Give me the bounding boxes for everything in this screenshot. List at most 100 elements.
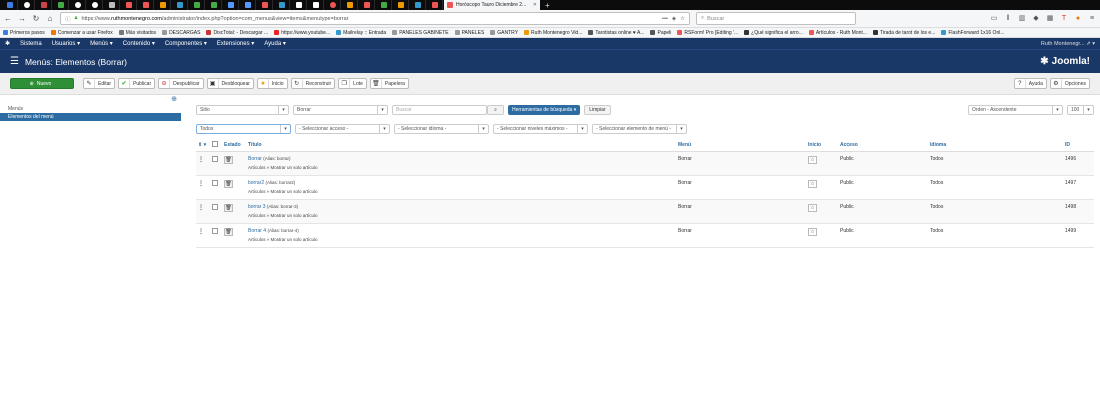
browser-tab[interactable] bbox=[155, 0, 171, 10]
extension-icon[interactable]: ◆ bbox=[1032, 15, 1040, 23]
levels-filter[interactable]: - Seleccionar niveles máximos - ▾ bbox=[493, 123, 588, 134]
item-title-link[interactable]: borrar2 bbox=[248, 180, 264, 186]
drag-handle-icon[interactable]: ⋮ bbox=[198, 205, 204, 211]
drag-handle-icon[interactable]: ⋮ bbox=[198, 157, 204, 163]
sidebar-icon[interactable]: ▥ bbox=[1018, 15, 1026, 23]
title-header[interactable]: Título bbox=[246, 140, 676, 152]
sidebar-item-menu-items[interactable]: Elementos del menú bbox=[0, 113, 181, 121]
state-header[interactable]: Estado bbox=[222, 140, 246, 152]
bookmark-item[interactable]: DESCARGAS bbox=[162, 30, 200, 36]
bookmark-item[interactable]: Comenzar a usar Firefox bbox=[50, 30, 113, 36]
trash-button[interactable]: 🗑︎ Papelera bbox=[369, 78, 409, 89]
bookmark-item[interactable]: Artículos - Ruth Mont... bbox=[808, 30, 867, 36]
browser-tab[interactable] bbox=[53, 0, 69, 10]
joomla-icon[interactable]: ✱ bbox=[5, 40, 10, 47]
item-title-link[interactable]: borrar 3 bbox=[248, 204, 266, 210]
bookmark-item[interactable]: RSForm! Pro [Editing '... bbox=[677, 30, 738, 36]
browser-tab[interactable] bbox=[308, 0, 324, 10]
menu-ayuda[interactable]: Ayuda ▾ bbox=[264, 40, 286, 47]
new-tab-button[interactable]: + bbox=[541, 1, 554, 10]
browser-tab[interactable] bbox=[359, 0, 375, 10]
bookmark-item[interactable]: ¿Qué significa el arro... bbox=[744, 30, 803, 36]
menu-header[interactable]: Menú bbox=[676, 140, 806, 152]
screenshot-icon[interactable]: ▦ bbox=[1046, 15, 1054, 23]
browser-tab[interactable] bbox=[410, 0, 426, 10]
bookmark-item[interactable]: PANELES GABINETE bbox=[392, 30, 449, 36]
menu-sistema[interactable]: Sistema bbox=[20, 41, 42, 47]
browser-tab[interactable] bbox=[189, 0, 205, 10]
browser-tab[interactable] bbox=[274, 0, 290, 10]
browser-tab[interactable] bbox=[19, 0, 35, 10]
browser-tab[interactable] bbox=[342, 0, 358, 10]
browser-tab[interactable] bbox=[2, 0, 18, 10]
url-bar[interactable]: ⓘ 🔒︎ https://www.ruthmontenegro.com/admi… bbox=[60, 12, 690, 25]
star-icon[interactable]: ☆ bbox=[808, 227, 817, 236]
language-filter[interactable]: - Seleccionar idioma - ▾ bbox=[394, 123, 489, 134]
browser-tab[interactable] bbox=[223, 0, 239, 10]
menu-icon[interactable]: ≡ bbox=[1088, 15, 1096, 23]
browser-tab[interactable] bbox=[70, 0, 86, 10]
unlock-button[interactable]: ▣ Desbloquear bbox=[206, 78, 254, 89]
search-bar[interactable]: ⌕ Buscar bbox=[696, 12, 856, 25]
browser-tab[interactable] bbox=[87, 0, 103, 10]
star-icon[interactable]: ☆ bbox=[808, 155, 817, 164]
bookmark-item[interactable]: GANTRY bbox=[490, 30, 518, 36]
browser-tab-active[interactable]: Horóscopo Tauro Diciembre 2... ✕ bbox=[444, 0, 540, 10]
library-icon[interactable]: ‖ bbox=[1004, 15, 1012, 23]
new-button[interactable]: ⊕ Nuevo bbox=[10, 78, 74, 89]
browser-tab[interactable] bbox=[104, 0, 120, 10]
search-input[interactable]: Buscar bbox=[392, 104, 487, 115]
menu-menus[interactable]: Menús ▾ bbox=[90, 40, 113, 47]
browser-tab[interactable] bbox=[121, 0, 137, 10]
drag-handle-icon[interactable]: ⋮ bbox=[198, 181, 204, 187]
home-icon[interactable]: ⌂ bbox=[46, 14, 54, 23]
close-tab-icon[interactable]: ✕ bbox=[533, 2, 537, 8]
unpublish-button[interactable]: ⊖ Despublicar bbox=[158, 78, 204, 89]
item-title-link[interactable]: Borrar bbox=[248, 156, 262, 162]
select-all-checkbox[interactable] bbox=[212, 141, 218, 148]
id-header[interactable]: ID bbox=[1063, 140, 1094, 152]
forward-icon[interactable]: → bbox=[18, 14, 26, 23]
clear-button[interactable]: Limpiar bbox=[584, 104, 611, 115]
menu-usuarios[interactable]: Usuarios ▾ bbox=[52, 40, 80, 47]
star-icon[interactable]: ☆ bbox=[808, 179, 817, 188]
state-filter[interactable]: Todos ▾ bbox=[196, 123, 291, 134]
publish-button[interactable]: ✔ Publicar bbox=[118, 78, 156, 89]
menu-componentes[interactable]: Componentes ▾ bbox=[165, 40, 207, 47]
downloads-icon[interactable]: ▭ bbox=[990, 15, 998, 23]
bookmark-item[interactable]: Primeros pasos bbox=[3, 30, 45, 36]
limit-select[interactable]: 100 ▾ bbox=[1067, 104, 1094, 115]
more-icon[interactable]: ••• bbox=[662, 16, 668, 22]
ordering-select[interactable]: Orden - Ascendente ▾ bbox=[968, 104, 1063, 115]
row-checkbox[interactable] bbox=[212, 179, 218, 186]
home-header[interactable]: Inicio bbox=[806, 140, 838, 152]
sidebar-item-menus[interactable]: Menús bbox=[0, 105, 181, 113]
site-filter[interactable]: Sitio ▾ bbox=[196, 104, 289, 115]
trashed-icon[interactable]: 🗑︎ bbox=[224, 203, 233, 212]
bookmark-item[interactable]: Tarotistas online ♥ A... bbox=[588, 30, 644, 36]
info-icon[interactable]: ⓘ bbox=[65, 15, 71, 23]
extension-circle-icon[interactable]: ● bbox=[1074, 15, 1082, 23]
search-tools-button[interactable]: Herramientas de búsqueda ▾ bbox=[508, 104, 581, 115]
sort-ordering-header[interactable]: ⇕ ▾ bbox=[196, 140, 210, 152]
bookmark-star-icon[interactable]: ☆ bbox=[680, 16, 685, 22]
rebuild-button[interactable]: ↻ Reconstruir bbox=[290, 78, 336, 89]
parent-filter[interactable]: - Seleccionar elemento de menú - ▾ bbox=[592, 123, 687, 134]
browser-tab[interactable] bbox=[257, 0, 273, 10]
browser-tab[interactable] bbox=[376, 0, 392, 10]
star-icon[interactable]: ☆ bbox=[808, 203, 817, 212]
search-button[interactable]: ⌕ bbox=[487, 104, 504, 115]
drag-handle-icon[interactable]: ⋮ bbox=[198, 229, 204, 235]
access-header[interactable]: Acceso bbox=[838, 140, 928, 152]
bookmark-item[interactable]: Papeli bbox=[650, 30, 671, 36]
language-header[interactable]: Idioma bbox=[928, 140, 1063, 152]
menu-filter[interactable]: Borrar ▾ bbox=[293, 104, 388, 115]
help-button[interactable]: ? Ayuda bbox=[1013, 78, 1047, 89]
browser-tab[interactable] bbox=[172, 0, 188, 10]
bookmark-item[interactable]: Mailrelay :: Entrada bbox=[336, 30, 386, 36]
back-icon[interactable]: ← bbox=[4, 14, 12, 23]
bookmark-item[interactable]: Ruth Montenegro Vid... bbox=[524, 30, 582, 36]
trashed-icon[interactable]: 🗑︎ bbox=[224, 155, 233, 164]
user-menu[interactable]: Ruth Montenegr... ⇗ ▾ bbox=[1041, 41, 1095, 47]
browser-tab[interactable] bbox=[36, 0, 52, 10]
